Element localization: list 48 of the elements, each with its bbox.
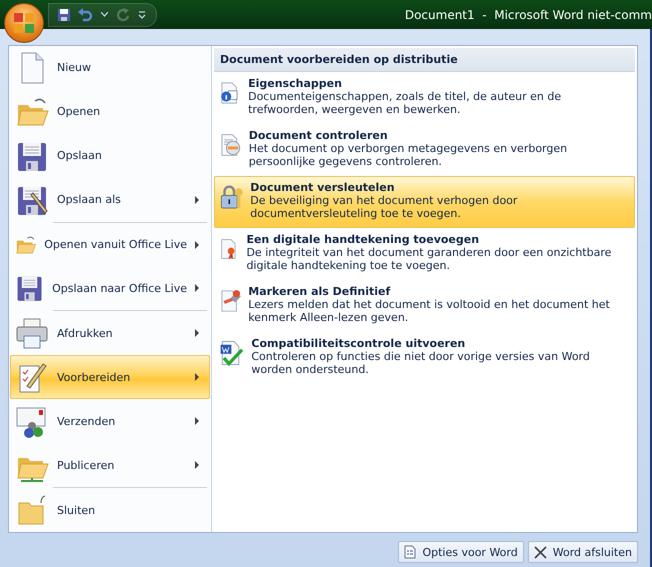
item-description: Het document op verborgen metagegevens en verborgen persoonlijke gegevens controleren.	[248, 142, 568, 168]
options-button[interactable]: Opties voor Word	[398, 541, 524, 563]
submenu-arrow-icon	[195, 284, 199, 292]
menu-item[interactable]: Openen	[10, 90, 210, 134]
menu-item[interactable]: Nieuw	[10, 46, 210, 90]
item-description: Controleren op functies die niet door vorige versies van Word worden ondersteund.	[251, 350, 591, 376]
save-icon[interactable]	[57, 8, 71, 22]
menu-item[interactable]: Opslaan naar Office Live	[10, 266, 210, 310]
menu-item[interactable]: Opslaan	[10, 134, 210, 178]
menu-item[interactable]: Voorbereiden	[10, 355, 210, 400]
item-title: Document versleutelen	[250, 181, 396, 194]
submenu-arrow-icon	[195, 373, 199, 382]
item-description: De beveiliging van het document verhogen door documentversleuteling toe te voegen.	[250, 194, 518, 220]
printer-icon	[15, 316, 49, 350]
document-icon	[404, 545, 416, 559]
submenu-item[interactable]: Markeren als Definitief Lezers melden dat het document is voltooid en het document het kenmerk Alleen-lezen geven.	[214, 280, 635, 332]
submenu-arrow-icon	[195, 417, 199, 426]
caret-icon[interactable]	[101, 12, 108, 17]
window-title: Document1 - Microsoft Word niet-comm	[404, 8, 652, 22]
submenu-arrow-icon	[195, 329, 199, 338]
item-description: Documenteigenschappen, zoals de titel, de auteur en de trefwoorden, weergeven en bewerken.	[248, 90, 562, 116]
submenu-item[interactable]: Eigenschappen Documenteigenschappen, zoals de titel, de auteur en de trefwoorden, weergeven en bewerken.	[214, 72, 635, 124]
submenu-item[interactable]: Compatibiliteitscontrole uitvoeren Controleren op functies die niet door vorige versies van Word worden ondersteund.	[214, 332, 635, 384]
submenu-arrow-icon	[195, 240, 199, 249]
item-description: De integriteit van het document garanderen door een onzichtbare digitale handtekening toe te voegen.	[246, 246, 612, 272]
submenu-arrow-icon	[195, 461, 199, 470]
menu-item[interactable]: Openen vanuit Office Live	[10, 222, 210, 267]
office-logo-icon	[13, 12, 35, 34]
submenu-item[interactable]: Document controleren Het document op verborgen metagegevens en verborgen persoonlijke gegevens controleren.	[214, 124, 635, 176]
item-title: Compatibiliteitscontrole uitvoeren	[251, 337, 466, 350]
exit-button[interactable]: Word afsluiten	[528, 541, 638, 563]
menu-item[interactable]: Afdrukken	[10, 311, 210, 356]
submenu-item[interactable]: Document versleutelen De beveiliging van het document verhogen door documentversleuteling toe te voegen.	[214, 176, 635, 228]
customize-icon[interactable]	[138, 10, 146, 18]
submenu-header: Document voorbereiden op distributie	[214, 48, 635, 72]
close-icon	[534, 546, 547, 558]
item-title: Document controleren	[248, 129, 389, 142]
submenu-arrow-icon	[195, 196, 199, 204]
menu-item[interactable]: Opslaan als	[10, 178, 210, 222]
menu-item[interactable]: Publiceren	[10, 443, 210, 488]
submenu-item[interactable]: Een digitale handtekening toevoegen De integriteit van het document garanderen door een onzichtbare digitale handtekening toe te voegen.	[214, 228, 635, 280]
item-title: Een digitale handtekening toevoegen	[246, 233, 480, 246]
item-description: Lezers melden dat het document is voltooid en het document het kenmerk Alleen-lezen geven.	[248, 298, 611, 324]
undo-icon[interactable]	[77, 8, 93, 22]
menu-item[interactable]: Sluiten	[10, 488, 210, 532]
menu-item[interactable]: Verzenden	[10, 399, 210, 444]
item-title: Markeren als Definitief	[248, 285, 392, 298]
item-title: Eigenschappen	[248, 77, 343, 90]
